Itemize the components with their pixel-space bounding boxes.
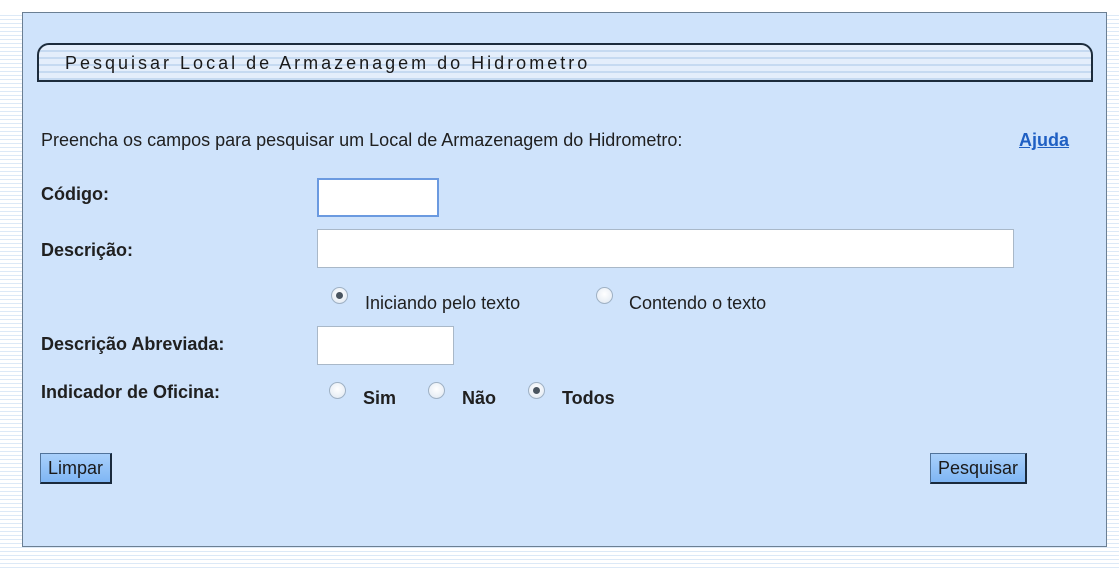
search-button[interactable]: Pesquisar: [930, 453, 1028, 484]
descricao-abreviada-label: Descrição Abreviada:: [41, 334, 225, 354]
help-link[interactable]: Ajuda: [1019, 130, 1069, 151]
indicador-oficina-label: Indicador de Oficina:: [41, 382, 221, 402]
radio-contendo-label: Contendo o texto: [629, 293, 767, 313]
radio-todos-label: Todos: [562, 388, 615, 408]
descricao-input[interactable]: [317, 229, 1014, 268]
radio-iniciando[interactable]: [331, 287, 348, 304]
radio-iniciando-label: Iniciando pelo texto: [365, 293, 521, 313]
codigo-label: Código:: [41, 184, 109, 204]
page-title: Pesquisar Local de Armazenagem do Hidrom…: [65, 53, 591, 73]
descricao-label: Descrição:: [41, 240, 134, 260]
clear-button[interactable]: Limpar: [40, 453, 113, 484]
radio-sim-label: Sim: [363, 388, 397, 408]
radio-contendo[interactable]: [596, 287, 613, 304]
radio-todos[interactable]: [528, 382, 545, 399]
codigo-input[interactable]: [317, 178, 439, 217]
instruction-text: Preencha os campos para pesquisar um Loc…: [41, 130, 683, 150]
radio-sim[interactable]: [329, 382, 346, 399]
search-panel: Pesquisar Local de Armazenagem do Hidrom…: [22, 12, 1107, 547]
panel-title-bar: Pesquisar Local de Armazenagem do Hidrom…: [37, 43, 1093, 82]
descricao-abreviada-input[interactable]: [317, 326, 454, 365]
radio-nao-label: Não: [462, 388, 497, 408]
radio-nao[interactable]: [428, 382, 445, 399]
